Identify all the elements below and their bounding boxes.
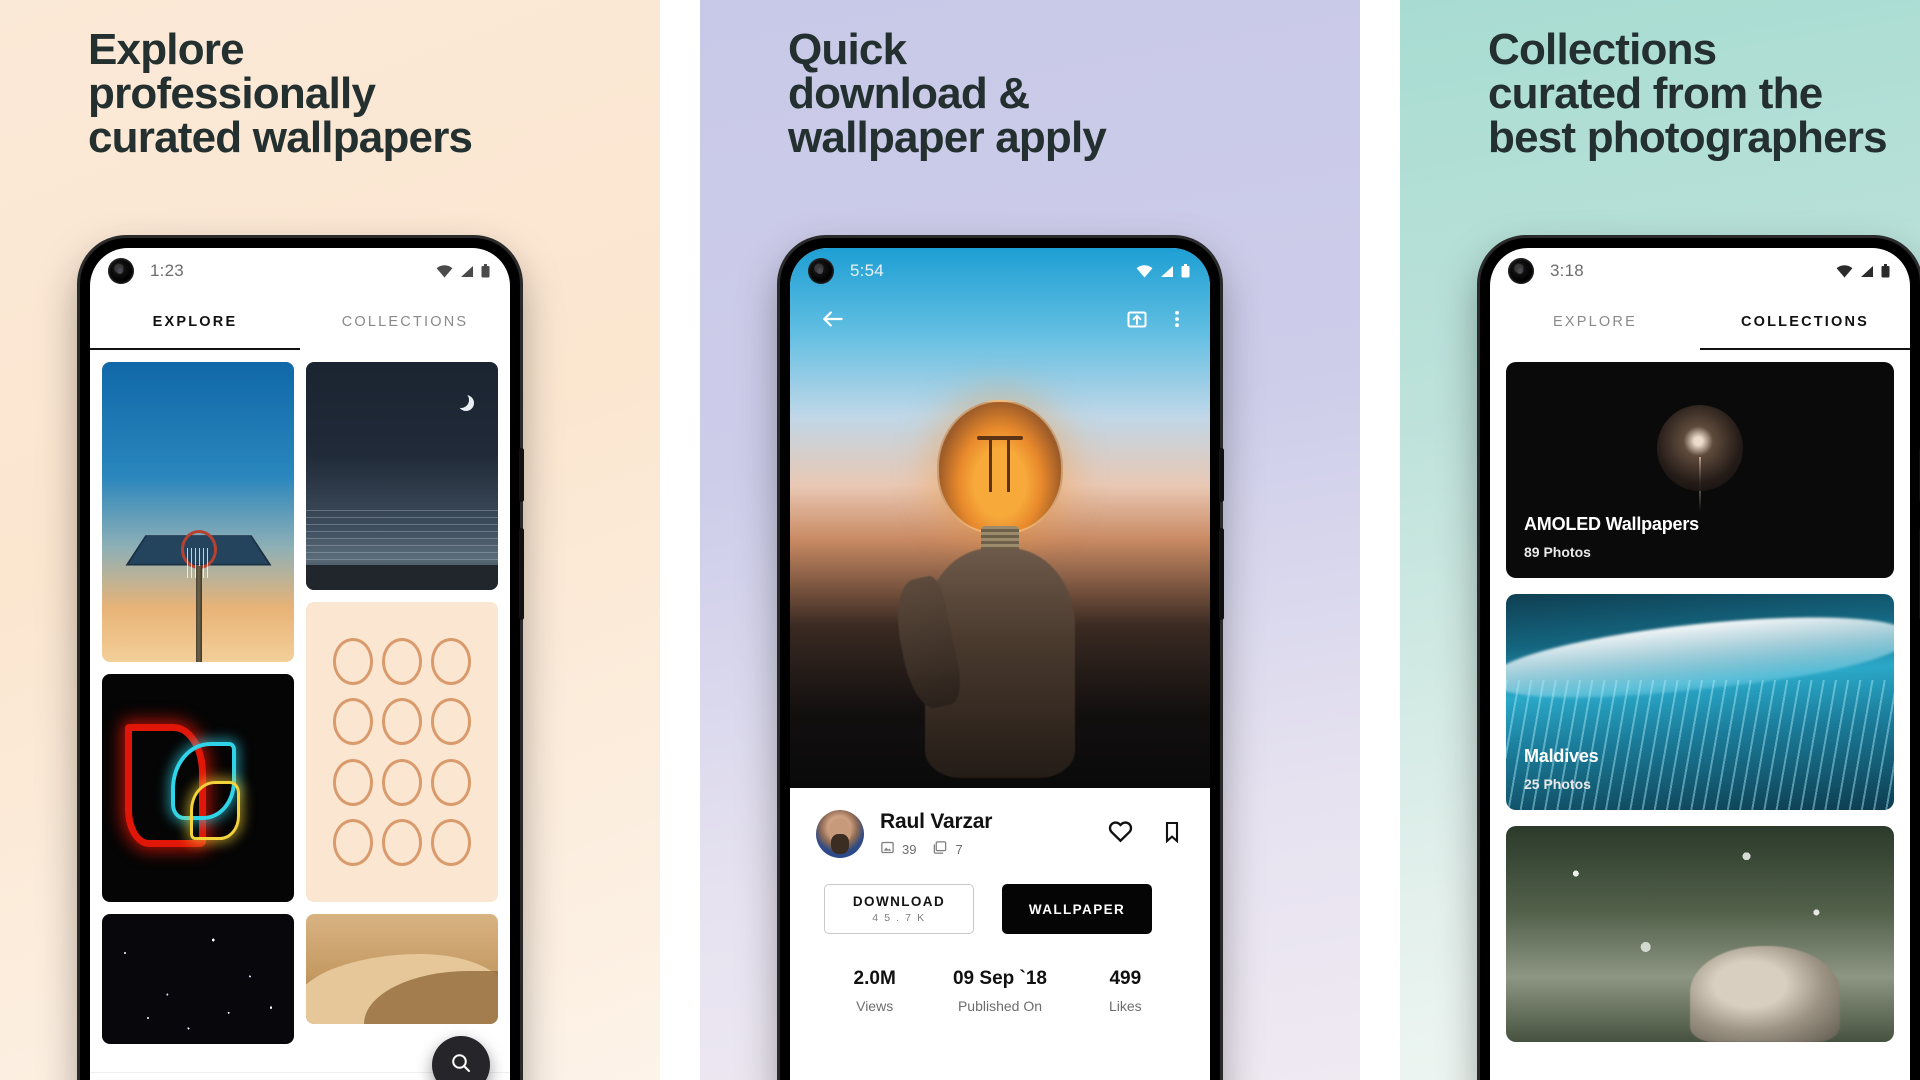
author-row: Raul Varzar 39 7 (790, 788, 1210, 858)
stat-views: 2.0M Views (812, 968, 937, 1014)
collection-text: AMOLED Wallpapers 89 Photos (1524, 514, 1699, 560)
signal-icon (1860, 265, 1874, 278)
phone-mockup-2: 5:54 Raul Varzar 39 7 DOWNLOAD 4 5 . 7 K… (780, 238, 1224, 1080)
download-count: 4 5 . 7 K (872, 912, 926, 924)
photos-count-value: 39 (902, 841, 917, 857)
stat-published-value: 09 Sep `18 (952, 968, 1047, 989)
tab-bar-1: EXPLORE COLLECTIONS (90, 294, 510, 350)
collections-list: AMOLED Wallpapers 89 Photos Maldives 25 … (1490, 350, 1910, 1042)
tab-indicator (90, 347, 300, 350)
collection-text: Maldives 25 Photos (1524, 746, 1599, 792)
front-camera-punchhole (108, 258, 134, 284)
front-camera-punchhole (1508, 258, 1534, 284)
wifi-icon (1136, 264, 1153, 278)
heart-icon[interactable] (1107, 818, 1134, 850)
phone-mockup-1: 1:23 EXPLORE COLLECTIONS (80, 238, 524, 1080)
tab-indicator (1700, 347, 1910, 350)
download-button-label: DOWNLOAD (852, 894, 946, 909)
stat-views-value: 2.0M (853, 968, 896, 989)
tab-collections[interactable]: COLLECTIONS (1700, 294, 1910, 350)
status-bar-3: 3:18 (1490, 248, 1910, 294)
photo-card-desert-dunes[interactable] (306, 914, 498, 1024)
collection-card-snow-leopard[interactable] (1506, 826, 1894, 1042)
panel-explore: Explore professionally curated wallpaper… (0, 0, 660, 1080)
collection-photo-count: 25 Photos (1524, 776, 1591, 792)
collections-count: 7 (932, 840, 963, 858)
avatar[interactable] (816, 810, 864, 858)
stat-likes-value: 499 (1109, 968, 1142, 989)
author-actions (1107, 818, 1184, 850)
photo-icon (880, 840, 895, 858)
collections-count-value: 7 (955, 841, 963, 857)
back-arrow-icon[interactable] (818, 304, 848, 334)
open-in-new-icon[interactable] (1122, 304, 1152, 334)
hand-graphic (888, 548, 1075, 778)
collection-card-maldives[interactable]: Maldives 25 Photos (1506, 594, 1894, 810)
photo-card-starry-sky[interactable] (102, 914, 294, 1044)
wifi-icon (1836, 264, 1853, 278)
collection-photo-count: 89 Photos (1524, 544, 1591, 560)
status-clock: 1:23 (150, 261, 184, 280)
more-vert-icon[interactable] (1162, 304, 1192, 334)
detail-app-bar (790, 294, 1210, 344)
wallpaper-button[interactable]: WALLPAPER (1002, 884, 1152, 934)
explore-photo-grid (90, 350, 510, 1072)
panel-download: Quick download & wallpaper apply 5:54 Ra… (700, 0, 1360, 1080)
battery-icon (1881, 264, 1890, 278)
stat-views-label: Views (856, 998, 894, 1014)
panel-3-headline: Collections curated from the best photog… (1488, 25, 1888, 162)
phone-mockup-3: 3:18 EXPLORE COLLECTIONS AMOLED Wallpape… (1480, 238, 1920, 1080)
front-camera-punchhole (808, 258, 834, 284)
battery-icon (481, 264, 490, 278)
author-meta: Raul Varzar 39 7 (880, 810, 992, 858)
panel-1-headline: Explore professionally curated wallpaper… (88, 25, 473, 162)
collections-icon (932, 840, 948, 858)
status-clock: 3:18 (1550, 261, 1584, 280)
tab-explore[interactable]: EXPLORE (1490, 294, 1700, 350)
store-listing-screenshots: Explore professionally curated wallpaper… (0, 0, 1920, 1080)
photo-stats: 2.0M Views 09 Sep `18 Published On 499 L… (790, 934, 1210, 1014)
photos-count: 39 (880, 840, 916, 858)
status-bar-2: 5:54 (790, 248, 1210, 294)
panel-2-headline: Quick download & wallpaper apply (788, 25, 1107, 162)
phone-3-screen: 3:18 EXPLORE COLLECTIONS AMOLED Wallpape… (1490, 248, 1910, 1080)
photo-detail-sheet: Raul Varzar 39 7 DOWNLOAD 4 5 . 7 K WALL… (790, 788, 1210, 1080)
battery-icon (1181, 264, 1190, 278)
status-clock: 5:54 (850, 261, 884, 280)
signal-icon (1160, 265, 1174, 278)
author-name: Raul Varzar (880, 810, 993, 833)
panel-collections: Collections curated from the best photog… (1400, 0, 1920, 1080)
tab-explore[interactable]: EXPLORE (90, 294, 300, 350)
photo-card-red-neon[interactable] (102, 674, 294, 902)
stat-likes: 499 Likes (1063, 968, 1188, 1014)
phone-2-screen: 5:54 Raul Varzar 39 7 DOWNLOAD 4 5 . 7 K… (790, 248, 1210, 1080)
status-system-icons (1136, 264, 1190, 278)
tab-collections[interactable]: COLLECTIONS (300, 294, 510, 350)
grid-column-left (102, 362, 294, 1072)
collection-title: AMOLED Wallpapers (1524, 514, 1699, 534)
download-button[interactable]: DOWNLOAD 4 5 . 7 K (824, 884, 974, 934)
bookmark-icon[interactable] (1160, 819, 1184, 850)
signal-icon (460, 265, 474, 278)
status-bar-1: 1:23 (90, 248, 510, 294)
stat-published: 09 Sep `18 Published On (937, 968, 1062, 1014)
photo-card-basketball-hoop[interactable] (102, 362, 294, 662)
collection-card-amoled[interactable]: AMOLED Wallpapers 89 Photos (1506, 362, 1894, 578)
photo-card-crescent-moon-ocean[interactable] (306, 362, 498, 590)
status-system-icons (436, 264, 490, 278)
search-icon (449, 1051, 473, 1080)
action-button-row: DOWNLOAD 4 5 . 7 K WALLPAPER (790, 858, 1210, 934)
tab-bar-3: EXPLORE COLLECTIONS (1490, 294, 1910, 350)
collection-title: Maldives (1524, 746, 1599, 766)
status-system-icons (1836, 264, 1890, 278)
author-counts: 39 7 (880, 840, 992, 858)
wifi-icon (436, 264, 453, 278)
stat-likes-label: Likes (1108, 998, 1142, 1014)
photo-card-copper-rings[interactable] (306, 602, 498, 902)
stat-published-label: Published On (957, 998, 1043, 1014)
grid-column-right (306, 362, 498, 1072)
phone-1-screen: 1:23 EXPLORE COLLECTIONS (90, 248, 510, 1080)
